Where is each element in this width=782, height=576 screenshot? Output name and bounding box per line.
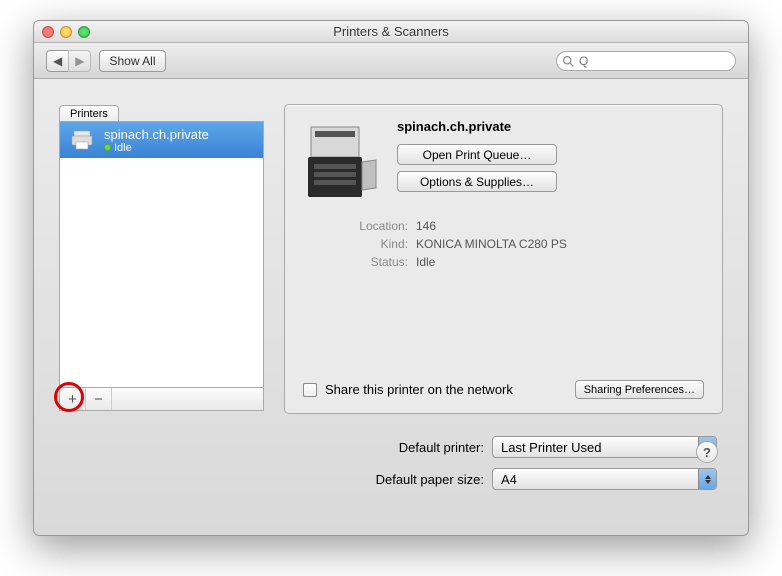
default-paper-label: Default paper size: — [354, 472, 484, 487]
detail-right: spinach.ch.private Open Print Queue… Opt… — [397, 119, 704, 209]
default-printer-row: Default printer: Last Printer Used — [354, 436, 723, 458]
default-paper-popup[interactable]: A4 — [492, 468, 717, 490]
search-field[interactable] — [556, 51, 736, 71]
status-value: Idle — [416, 255, 435, 269]
titlebar: Printers & Scanners — [34, 21, 748, 43]
remove-printer-button[interactable]: − — [86, 388, 112, 410]
preferences-window: Printers & Scanners ◀ ▶ Show All Printer… — [33, 20, 749, 536]
detail-top: spinach.ch.private Open Print Queue… Opt… — [303, 119, 704, 209]
close-icon[interactable] — [42, 26, 54, 38]
default-printer-popup[interactable]: Last Printer Used — [492, 436, 717, 458]
printer-list: spinach.ch.private Idle + − — [59, 121, 264, 411]
printer-item-name: spinach.ch.private — [104, 127, 209, 142]
status-label: Status: — [333, 255, 408, 269]
search-input[interactable] — [579, 54, 729, 68]
kind-label: Kind: — [333, 237, 408, 251]
printer-icon — [68, 126, 96, 154]
share-row: Share this printer on the network Sharin… — [303, 380, 704, 399]
chevron-right-icon: ▶ — [75, 54, 84, 68]
printer-title: spinach.ch.private — [397, 119, 704, 134]
printer-list-item[interactable]: spinach.ch.private Idle — [60, 122, 263, 158]
list-footer: + − — [60, 387, 263, 410]
info-row-status: Status: Idle — [333, 255, 704, 269]
printer-item-status-label: Idle — [114, 142, 132, 154]
info-row-kind: Kind: KONICA MINOLTA C280 PS — [333, 237, 704, 251]
defaults-section: Default printer: Last Printer Used Defau… — [354, 436, 723, 500]
back-button[interactable]: ◀ — [46, 50, 68, 72]
location-label: Location: — [333, 219, 408, 233]
show-all-button[interactable]: Show All — [99, 50, 165, 72]
info-grid: Location: 146 Kind: KONICA MINOLTA C280 … — [333, 219, 704, 269]
printer-item-status: Idle — [104, 142, 209, 154]
minimize-icon[interactable] — [60, 26, 72, 38]
chevron-left-icon: ◀ — [53, 54, 62, 68]
share-checkbox[interactable] — [303, 383, 317, 397]
default-printer-label: Default printer: — [354, 440, 484, 455]
search-icon — [562, 55, 575, 68]
options-supplies-button[interactable]: Options & Supplies… — [397, 171, 557, 192]
forward-button: ▶ — [68, 50, 91, 72]
detail-pane: spinach.ch.private Open Print Queue… Opt… — [284, 104, 723, 414]
nav-segment: ◀ ▶ — [46, 50, 91, 72]
open-queue-button[interactable]: Open Print Queue… — [397, 144, 557, 165]
window-title: Printers & Scanners — [42, 24, 740, 39]
location-value: 146 — [416, 219, 436, 233]
info-row-location: Location: 146 — [333, 219, 704, 233]
default-printer-value: Last Printer Used — [501, 440, 601, 455]
help-button[interactable]: ? — [696, 441, 718, 463]
kind-value: KONICA MINOLTA C280 PS — [416, 237, 567, 251]
default-paper-row: Default paper size: A4 — [354, 468, 723, 490]
zoom-icon[interactable] — [78, 26, 90, 38]
toolbar: ◀ ▶ Show All — [34, 43, 748, 79]
plus-icon: + — [68, 391, 77, 408]
popup-arrows-icon — [698, 469, 716, 489]
help-icon: ? — [703, 445, 711, 460]
status-dot-icon — [104, 144, 111, 151]
printers-tab[interactable]: Printers — [59, 105, 119, 122]
printer-large-icon — [303, 119, 383, 209]
sharing-preferences-button[interactable]: Sharing Preferences… — [575, 380, 704, 399]
traffic-lights — [42, 26, 90, 38]
printer-item-text: spinach.ch.private Idle — [104, 127, 209, 154]
add-printer-button[interactable]: + — [60, 388, 86, 410]
printer-list-section: Printers spinach.ch.private Idle — [59, 104, 264, 411]
minus-icon: − — [94, 391, 103, 408]
share-label: Share this printer on the network — [325, 382, 567, 397]
default-paper-value: A4 — [501, 472, 517, 487]
